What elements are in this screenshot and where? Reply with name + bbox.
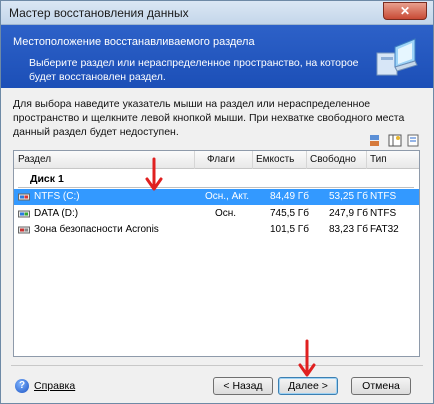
header-description: Выберите раздел или нераспределенное про… [29,57,359,83]
disk-icon [18,193,30,201]
disk-group: Диск 1 [14,172,419,188]
partition-free: 247,9 Гб [329,208,368,219]
details-icon[interactable] [406,134,420,147]
annotation-arrow [298,339,316,377]
partition-type: NTFS [370,191,397,202]
header-title: Местоположение восстанавливаемого раздел… [13,36,255,48]
list-header: Раздел Флаги Емкость Свободно Тип [14,151,419,169]
table-row[interactable]: NTFS (C:) Осн., Акт. 84,49 Гб 53,25 Гб N… [14,189,419,205]
partition-name: NTFS (C:) [34,191,80,202]
column-header-partition[interactable]: Раздел [18,154,51,165]
partition-free: 83,23 Гб [329,224,368,235]
instructions-text: Для выбора наведите указатель мыши на ра… [13,98,405,138]
close-button[interactable]: ✕ [383,2,427,20]
partition-flags: Осн., Акт. [205,191,250,202]
partition-type: FAT32 [370,224,399,235]
close-icon: ✕ [399,4,411,18]
back-button[interactable]: < Назад [213,377,273,395]
partition-type: NTFS [370,208,397,219]
footer-divider [11,365,423,366]
disk-icon [18,210,30,218]
cancel-button[interactable]: Отмена [351,377,411,395]
disk-group-label: Диск 1 [30,173,64,185]
table-row[interactable]: DATA (D:) Осн. 745,5 Гб 247,9 Гб NTFS [14,206,419,222]
partition-capacity: 745,5 Гб [270,208,309,219]
partition-capacity: 101,5 Гб [270,224,309,235]
title-bar[interactable]: Мастер восстановления данных ✕ [1,1,433,25]
partition-icon [18,226,30,234]
column-header-type[interactable]: Тип [370,154,387,165]
wizard-window: Мастер восстановления данных ✕ Местополо… [0,0,434,404]
wizard-header: Местоположение восстанавливаемого раздел… [1,25,433,88]
column-header-capacity[interactable]: Емкость [256,154,294,165]
partition-free: 53,25 Гб [329,191,368,202]
column-header-free[interactable]: Свободно [310,154,356,165]
partition-name: DATA (D:) [34,208,79,219]
help-label: Справка [34,380,76,392]
column-header-flags[interactable]: Флаги [207,154,235,165]
window-title: Мастер восстановления данных [9,6,189,20]
partition-capacity: 84,49 Гб [270,191,309,202]
partition-name: Зона безопасности Acronis [34,224,159,235]
partition-list[interactable]: Раздел Флаги Емкость Свободно Тип Диск 1… [13,150,420,357]
table-row[interactable]: Зона безопасности Acronis 101,5 Гб 83,23… [14,222,419,238]
partition-flags: Осн. [215,208,237,219]
help-icon: ? [15,379,29,393]
computer-wizard-icon [376,38,418,76]
group-divider [18,187,414,188]
next-button[interactable]: Далее > [278,377,338,395]
columns-icon[interactable] [388,134,402,147]
annotation-arrow [145,157,163,191]
partition-view-icon[interactable] [369,134,383,147]
